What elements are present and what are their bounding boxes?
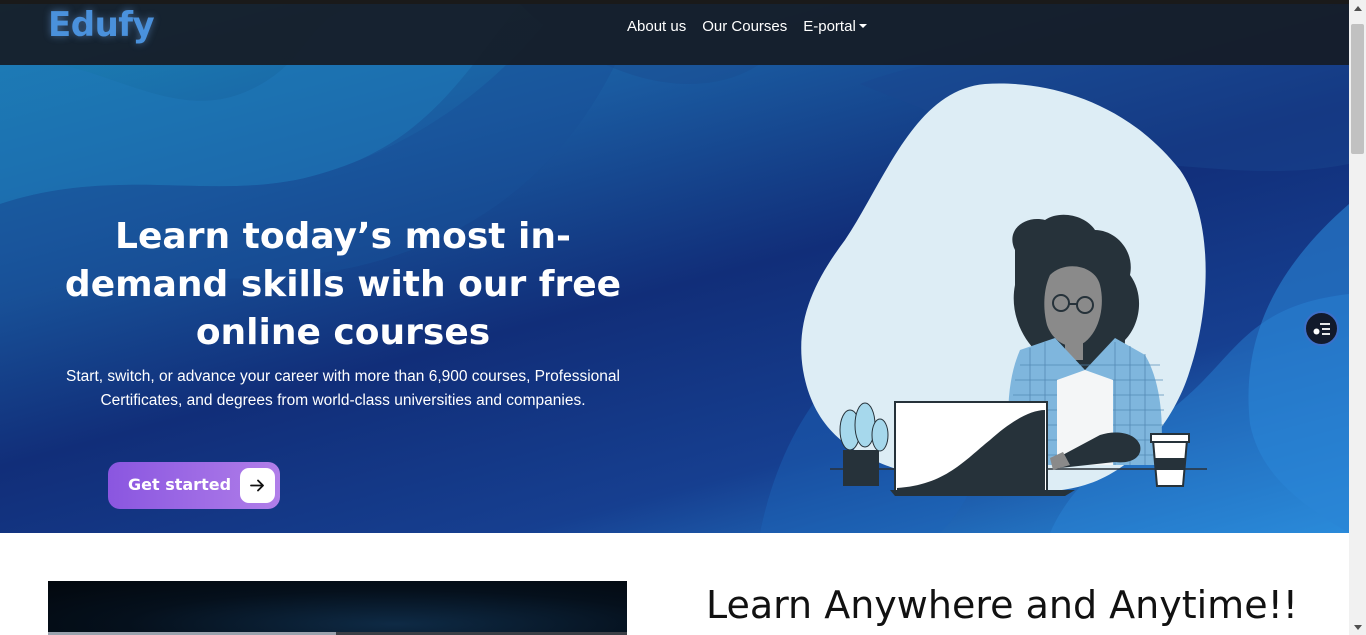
page: Edufy About us Our Courses E-portal Lear…	[0, 0, 1349, 635]
get-started-button[interactable]: Get started	[108, 462, 280, 509]
nav-dropdown-e-portal[interactable]: E-portal	[803, 18, 867, 35]
navbar: Edufy About us Our Courses E-portal	[0, 4, 1349, 65]
caret-down-icon	[858, 24, 867, 28]
scroll-down-arrow-icon[interactable]	[1354, 625, 1362, 630]
arrow-right-icon	[240, 468, 275, 503]
hero-headline: Learn today’s most in-demand skills with…	[64, 216, 622, 353]
nav-links: About us Our Courses E-portal	[627, 18, 867, 35]
woman-at-laptop-illustration	[795, 80, 1215, 504]
hero-subtext: Start, switch, or advance your career wi…	[66, 368, 620, 409]
accessibility-menu-button[interactable]	[1304, 311, 1339, 346]
nav-link-about-us[interactable]: About us	[627, 18, 686, 35]
nav-dropdown-e-portal-label: E-portal	[803, 18, 856, 35]
accessibility-menu-icon	[1313, 323, 1330, 335]
video-player[interactable]	[48, 581, 627, 635]
get-started-label: Get started	[128, 475, 232, 494]
scroll-up-arrow-icon[interactable]	[1354, 6, 1362, 11]
section-title: Learn Anywhere and Anytime!!	[705, 583, 1299, 627]
brand-logo[interactable]: Edufy	[48, 5, 155, 45]
nav-link-our-courses[interactable]: Our Courses	[702, 18, 787, 35]
scrollbar-thumb[interactable]	[1351, 24, 1364, 154]
